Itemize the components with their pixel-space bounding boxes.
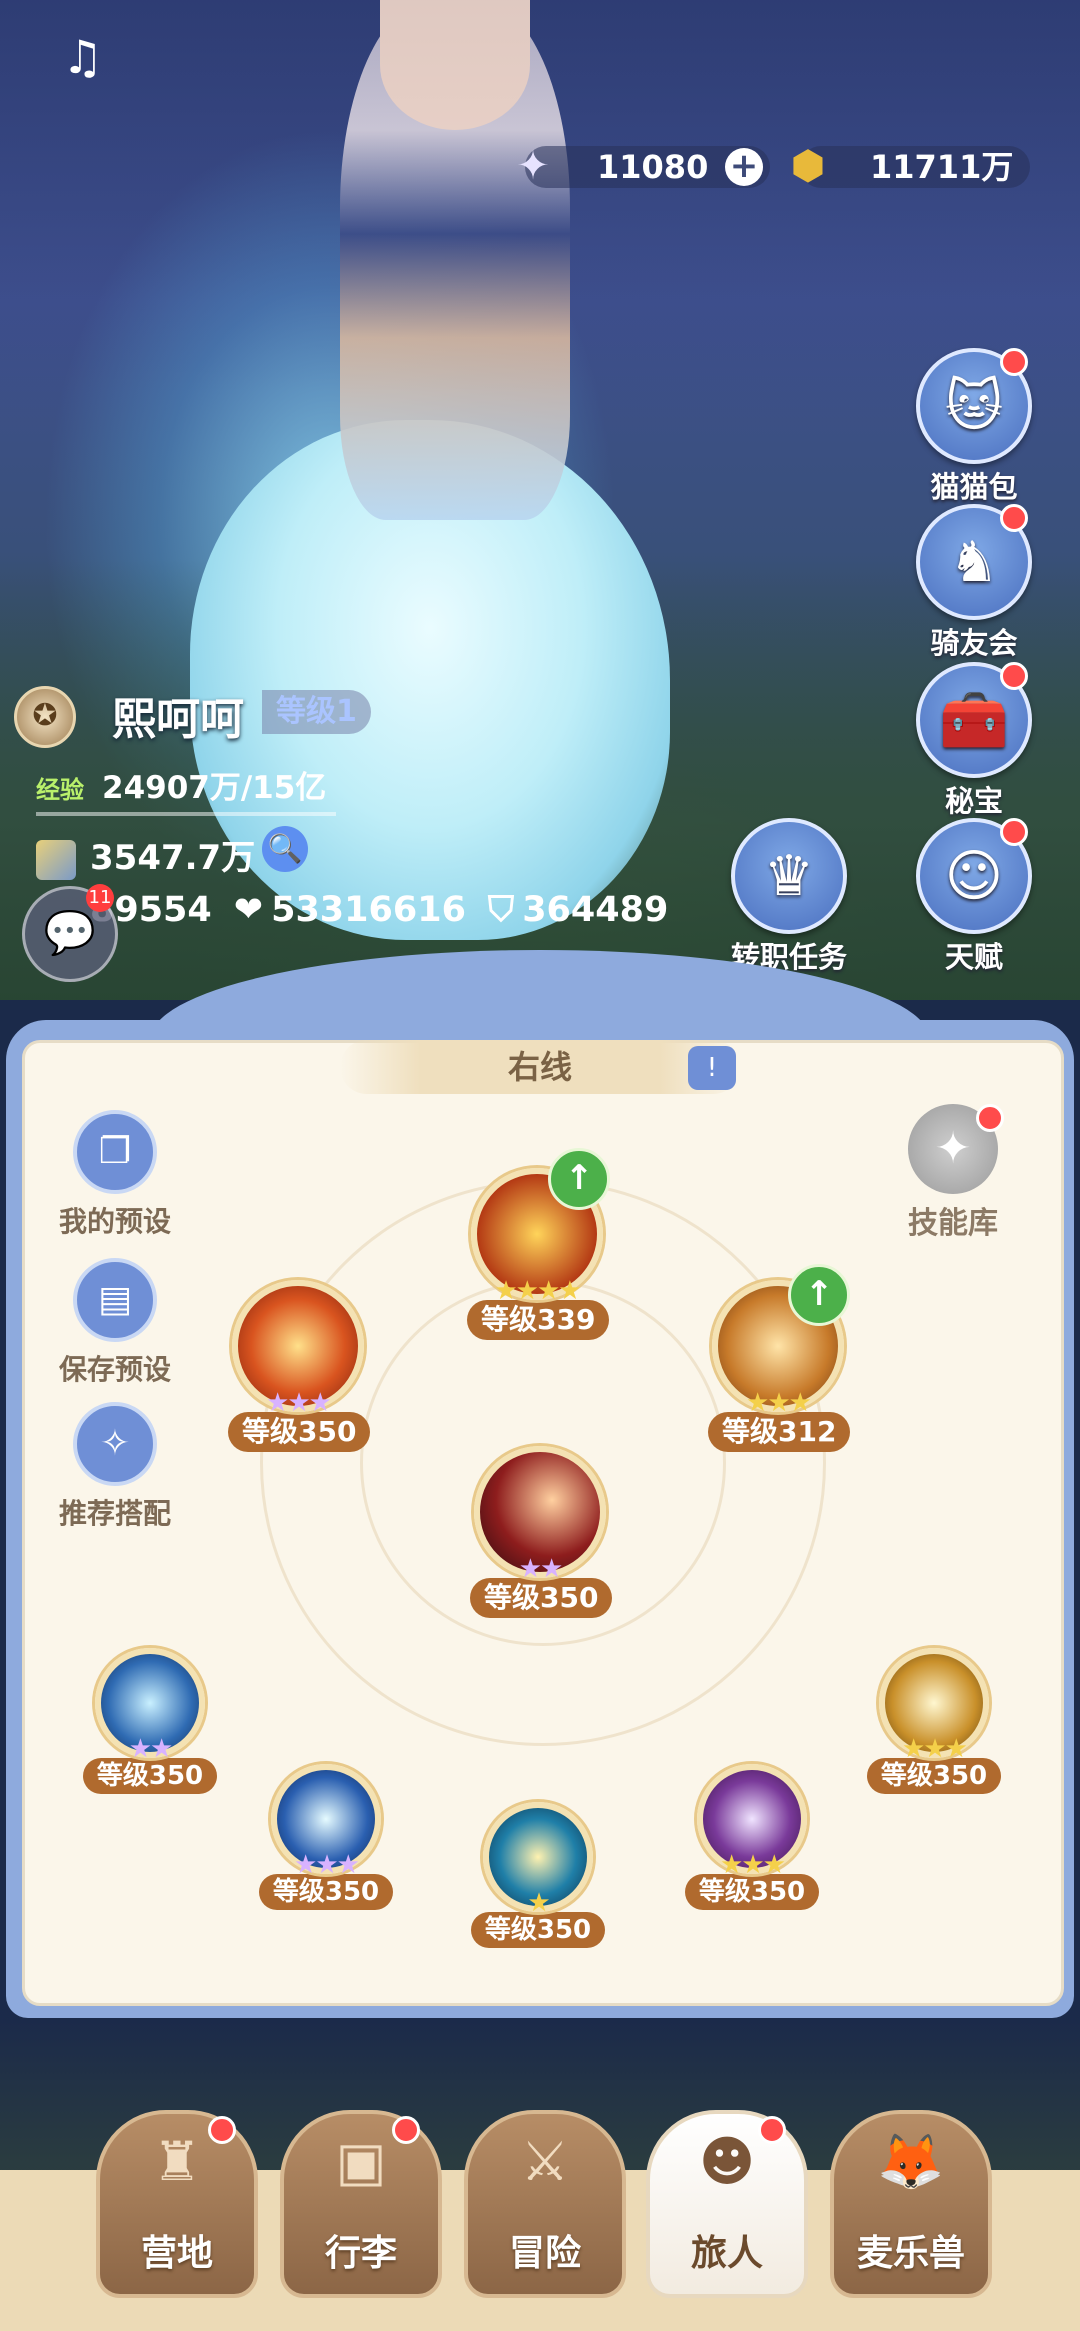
skill-slot-passive-5[interactable]: ★★★ 等级350 <box>864 1648 1004 1794</box>
skill-stars: ★★★ <box>902 1734 968 1764</box>
skill-level: 等级339 <box>467 1300 610 1340</box>
crown-badge-icon: ♛ <box>731 818 847 934</box>
recommend-combo-icon: ✧ <box>73 1402 157 1486</box>
notification-dot <box>1000 818 1028 846</box>
heart-icon: ❤ <box>233 890 264 930</box>
nav-label: 营地 <box>140 2233 213 2274</box>
skill-guide-book-icon[interactable]: ! <box>688 1046 736 1090</box>
player-exp: 经验 24907万/15亿 <box>36 762 326 807</box>
nav-label: 冒险 <box>508 2233 581 2274</box>
nav-tab-luggage[interactable]: ▣ 行李 <box>280 2110 442 2298</box>
notification-dot <box>208 2116 236 2144</box>
upgrade-arrow-icon[interactable]: ↑ <box>788 1264 850 1326</box>
side-button-rider-club[interactable]: ♞ 骑友会 <box>914 504 1034 662</box>
skill-stars: ★★★ <box>746 1388 812 1418</box>
star-amount: 11080 <box>597 148 709 186</box>
defense-shield-icon: ⛉ <box>487 890 515 930</box>
notification-dot <box>1000 662 1028 690</box>
power-search-button[interactable]: 🔍 <box>262 826 308 872</box>
skill-slot-center[interactable]: ★★ 等级350 <box>470 1446 613 1618</box>
nav-label: 麦乐兽 <box>856 2233 965 2274</box>
recommended-combo-label: 推荐搭配 <box>58 1497 171 1530</box>
hp-value: 53316616 <box>271 890 466 930</box>
gold-coin-icon: ⬢ <box>790 143 826 189</box>
exp-value: 24907万/15亿 <box>102 770 327 806</box>
save-preset-label: 保存预设 <box>58 1353 171 1386</box>
upgrade-arrow-icon[interactable]: ↑ <box>548 1148 610 1210</box>
notification-dot <box>392 2116 420 2144</box>
skill-library-button[interactable]: ✦ 技能库 <box>890 1104 1016 1242</box>
skill-level: 等级312 <box>708 1412 851 1452</box>
skill-slot-passive-4[interactable]: ★★★ 等级350 <box>682 1764 822 1910</box>
my-preset-button[interactable]: ❐ 我的预设 <box>40 1110 190 1240</box>
defense-value: 364489 <box>522 890 669 930</box>
save-preset-button[interactable]: ▤ 保存预设 <box>40 1258 190 1388</box>
star-currency: ✦ 11080 + <box>516 145 770 188</box>
skill-slot-passive-3[interactable]: ★ 等级350 <box>468 1802 608 1948</box>
side-button-talent[interactable]: ☺ 天赋 <box>914 818 1034 976</box>
skill-stars: ★★ <box>128 1734 174 1764</box>
skill-line-title[interactable]: 右线 <box>340 1040 740 1094</box>
nav-tab-adventure[interactable]: ⚔ 冒险 <box>464 2110 626 2298</box>
side-button-class-quest[interactable]: ♛ 转职任务 <box>724 818 854 976</box>
combat-power: 3547.7万 <box>36 830 255 880</box>
player-stats: 89554 ❤ 53316616 ⛉ 364489 <box>90 890 690 930</box>
add-currency-button[interactable]: + <box>725 148 763 186</box>
nav-tab-camp[interactable]: ♜ 营地 <box>96 2110 258 2298</box>
skill-stars: ★★ <box>518 1554 564 1584</box>
exp-bar <box>36 812 336 816</box>
exp-label: 经验 <box>36 776 84 804</box>
skill-stars: ★★★★ <box>494 1276 581 1306</box>
player-emblem-icon[interactable]: ✪ <box>14 686 76 748</box>
side-button-label: 秘宝 <box>944 784 1003 818</box>
side-button-label: 天赋 <box>944 940 1003 974</box>
nav-label: 行李 <box>324 2233 397 2274</box>
chat-unread-badge: 11 <box>86 884 114 912</box>
side-button-cat-bag[interactable]: 🐱 猫猫包 <box>914 348 1034 506</box>
skill-slot-passive-2[interactable]: ★★★ 等级350 <box>256 1764 396 1910</box>
skill-stars: ★ <box>527 1888 550 1918</box>
skill-stars: ★★★ <box>294 1850 360 1880</box>
skill-library-label: 技能库 <box>908 1206 998 1241</box>
power-value: 3547.7万 <box>90 838 256 878</box>
music-note-icon[interactable]: ♫ <box>62 30 103 84</box>
notification-dot <box>976 1104 1004 1132</box>
side-button-treasure[interactable]: 🧰 秘宝 <box>914 662 1034 820</box>
shield-power-icon <box>36 839 76 880</box>
nav-tab-traveler[interactable]: ☻ 旅人 <box>646 2110 808 2298</box>
skill-stars: ★★★ <box>266 1388 332 1418</box>
player-level-tag: 等级1 <box>262 690 371 734</box>
skill-slot-passive-1[interactable]: ★★ 等级350 <box>80 1648 220 1794</box>
side-button-label: 猫猫包 <box>930 470 1018 504</box>
skill-slot-left[interactable]: ★★★ 等级350 <box>228 1280 371 1452</box>
save-disk-icon: ▤ <box>73 1258 157 1342</box>
notification-dot <box>1000 348 1028 376</box>
gold-currency: ⬢ 11711万 <box>791 145 1030 188</box>
skill-level: 等级350 <box>470 1578 613 1618</box>
fox-pet-icon: 🦊 <box>877 2130 945 2193</box>
crossed-swords-icon: ⚔ <box>520 2130 570 2193</box>
my-preset-label: 我的预设 <box>58 1205 171 1238</box>
skill-level: 等级350 <box>228 1412 371 1452</box>
player-name: 熙呵呵 <box>112 694 244 745</box>
gold-amount: 11711万 <box>870 148 1014 186</box>
nav-tab-pet[interactable]: 🦊 麦乐兽 <box>830 2110 992 2298</box>
skill-stars: ★★★ <box>720 1850 786 1880</box>
nav-label: 旅人 <box>690 2233 763 2274</box>
notification-dot <box>1000 504 1028 532</box>
notification-dot <box>758 2116 786 2144</box>
preset-card-icon: ❐ <box>73 1110 157 1194</box>
recommended-combo-button[interactable]: ✧ 推荐搭配 <box>40 1402 190 1532</box>
side-button-label: 骑友会 <box>930 626 1018 660</box>
star-crystal-icon: ✦ <box>516 143 550 189</box>
